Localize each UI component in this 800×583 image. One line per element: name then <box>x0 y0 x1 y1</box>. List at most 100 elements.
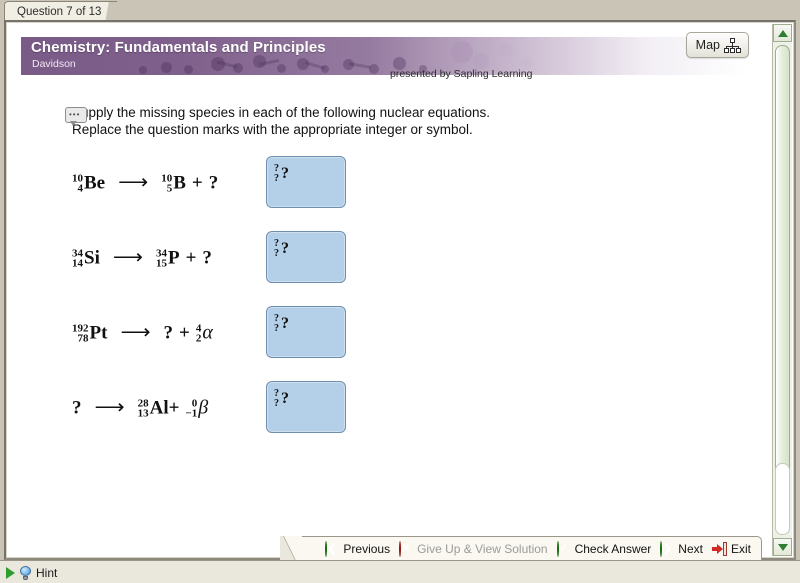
nuclide-reactant: 10 4 <box>72 173 84 195</box>
element-symbol: B <box>173 172 186 194</box>
equation-expression: 34 14 Si ⟶ 34 15 P +? <box>72 245 212 270</box>
reaction-arrow: ⟶ <box>94 394 125 419</box>
status-bar: Hint <box>0 560 800 583</box>
atomic-number: 14 <box>72 257 83 270</box>
sitemap-icon <box>724 38 741 53</box>
action-toolbar: ❮ Previous ✕ Give Up & View Solution ✓ C… <box>280 536 762 561</box>
previous-button-label: Previous <box>343 541 391 556</box>
equation-expression: 192 78 Pt ⟶? + 4 2 α <box>72 320 213 345</box>
comment-bubble-dots: ••• <box>69 110 81 119</box>
content-frame: Chemistry: Fundamentals and Principles D… <box>4 20 796 560</box>
answer-input-box[interactable]: ? ? ? <box>266 306 346 358</box>
presented-by-label: presented by Sapling Learning <box>390 68 533 80</box>
answer-atomic-number: ? <box>274 323 279 334</box>
arrow-left-circle-icon: ❮ <box>325 540 339 557</box>
equation-row: 192 78 Pt ⟶? + 4 2 α ? ? ? <box>8 301 748 363</box>
question-prompt-line-1: Supply the missing species in each of th… <box>72 105 490 120</box>
atomic-number: 15 <box>155 257 167 270</box>
question-pane: Chemistry: Fundamentals and Principles D… <box>8 24 762 556</box>
atomic-number: 5 <box>166 182 173 195</box>
answer-content: ? ? ? <box>274 164 289 184</box>
equation-expression: ? ⟶ 28 13 Al+ 0 −1 β <box>72 395 208 420</box>
arrow-right-circle-icon: ❯ <box>660 540 674 557</box>
exit-button[interactable]: Exit <box>711 541 751 556</box>
next-button[interactable]: ❯ Next <box>660 540 703 557</box>
exit-door-icon <box>711 541 727 556</box>
answer-nuclide-stack: ? ? <box>274 314 279 334</box>
element-symbol: Pt <box>89 322 108 344</box>
question-tab[interactable]: Question 7 of 13 <box>4 1 117 21</box>
answer-symbol: ? <box>281 390 289 407</box>
plus-sign: + <box>185 247 197 269</box>
exit-button-label: Exit <box>730 541 751 556</box>
course-banner: Chemistry: Fundamentals and Principles D… <box>21 37 747 75</box>
nuclide-product: 4 2 <box>195 323 202 345</box>
atomic-number: −1 <box>185 407 198 420</box>
equation-expression: 10 4 Be ⟶ 10 5 B +? <box>72 170 218 195</box>
tab-slant-decoration <box>101 1 117 21</box>
answer-symbol: ? <box>281 240 289 257</box>
element-symbol: Al <box>149 397 169 419</box>
content-frame-inner: Chemistry: Fundamentals and Principles D… <box>6 22 794 558</box>
hint-button[interactable]: Hint <box>6 563 57 582</box>
chevron-up-icon <box>778 30 788 37</box>
answer-input-box[interactable]: ? ? ? <box>266 381 346 433</box>
scroll-up-arrow[interactable] <box>773 24 792 42</box>
next-button-label: Next <box>678 541 703 556</box>
scrollbar-track-lower[interactable] <box>775 463 790 535</box>
question-prompt-line-2: Replace the question marks with the appr… <box>72 122 473 137</box>
reaction-arrow: ⟶ <box>120 319 151 344</box>
element-symbol: P <box>167 247 180 269</box>
lightbulb-icon <box>20 565 31 580</box>
equation-row: ? ⟶ 28 13 Al+ 0 −1 β ? ? ? <box>8 376 748 438</box>
answer-nuclide-stack: ? ? <box>274 164 279 184</box>
x-circle-icon: ✕ <box>399 540 413 557</box>
unknown-species: ? <box>72 397 82 419</box>
question-prompt: Supply the missing species in each of th… <box>72 104 692 138</box>
scrollbar-thumb[interactable] <box>775 45 790 477</box>
reaction-arrow: ⟶ <box>118 169 149 194</box>
chevron-down-icon <box>778 544 788 551</box>
map-button-label: Map <box>695 38 720 52</box>
reaction-arrow: ⟶ <box>112 244 143 269</box>
answer-atomic-number: ? <box>274 173 279 184</box>
plus-sign: + <box>191 172 203 194</box>
atomic-number: 4 <box>77 182 84 195</box>
give-up-button-label: Give Up & View Solution <box>417 541 548 556</box>
answer-symbol: ? <box>281 165 289 182</box>
equation-row: 10 4 Be ⟶ 10 5 B +? ? ? ? <box>8 151 748 213</box>
scroll-down-arrow[interactable] <box>773 538 792 556</box>
equation-row: 34 14 Si ⟶ 34 15 P +? ? ? ? <box>8 226 748 288</box>
particle-symbol: β <box>198 396 209 419</box>
nuclide-reactant: 192 78 <box>72 323 89 344</box>
unknown-species: ? <box>163 322 174 344</box>
answer-content: ? ? ? <box>274 389 289 409</box>
vertical-scrollbar[interactable] <box>772 24 792 556</box>
answer-atomic-number: ? <box>274 248 279 259</box>
answer-input-box[interactable]: ? ? ? <box>266 231 346 283</box>
atomic-number: 2 <box>195 332 202 345</box>
give-up-button[interactable]: ✕ Give Up & View Solution <box>399 540 548 557</box>
check-answer-button[interactable]: ✓ Check Answer <box>556 540 652 557</box>
application-window: Question 7 of 13 Chemistry: Fundamentals… <box>0 0 800 583</box>
element-symbol: Si <box>84 247 100 269</box>
check-answer-button-label: Check Answer <box>574 541 652 556</box>
answer-symbol: ? <box>281 315 289 332</box>
comment-bubble-icon[interactable]: ••• <box>65 107 87 126</box>
unknown-species: ? <box>208 172 219 194</box>
atomic-number: 13 <box>137 407 149 420</box>
plus-sign: + <box>168 397 180 419</box>
nuclide-product: 28 13 <box>137 398 149 420</box>
banner-author: Davidson <box>32 58 76 70</box>
answer-atomic-number: ? <box>274 398 279 409</box>
plus-sign: + <box>179 322 190 344</box>
play-triangle-icon <box>6 566 15 579</box>
map-button[interactable]: Map <box>685 32 749 58</box>
element-symbol: Be <box>84 172 106 194</box>
check-circle-icon: ✓ <box>556 540 571 557</box>
previous-button[interactable]: ❮ Previous <box>325 540 391 557</box>
nuclide-reactant: 34 14 <box>72 248 83 270</box>
answer-input-box[interactable]: ? ? ? <box>266 156 346 208</box>
answer-nuclide-stack: ? ? <box>274 239 279 259</box>
hint-button-label: Hint <box>36 565 58 580</box>
